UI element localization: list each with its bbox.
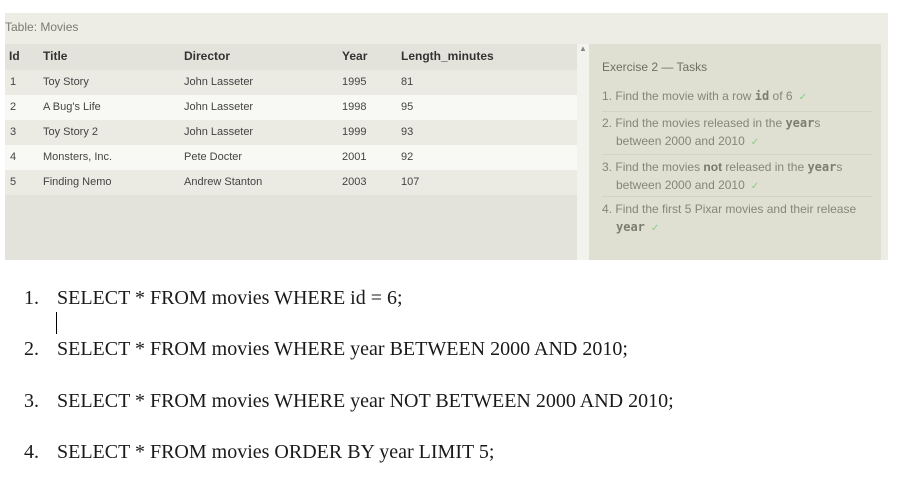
answer-number: 3. <box>24 390 39 412</box>
cell-id: 5 <box>10 176 17 188</box>
task-item: 4. Find the first 5 Pixar movies and the… <box>602 200 872 240</box>
task-item: 2. Find the movies released in the years… <box>602 114 872 155</box>
answer-line[interactable]: 4. SELECT * FROM movies ORDER BY year LIM… <box>24 441 494 464</box>
text-cursor <box>56 312 57 334</box>
column-header-title: Title <box>43 49 68 63</box>
cell-title: A Bug's Life <box>43 101 101 113</box>
cell-title: Finding Nemo <box>43 176 112 188</box>
movies-table: Id Title Director Year Length_minutes 1 … <box>5 44 577 260</box>
task-number: 3. <box>602 160 613 174</box>
cell-title: Monsters, Inc. <box>43 151 113 163</box>
task-keyword: id <box>754 89 770 103</box>
check-icon: ✓ <box>750 137 760 148</box>
answer-number: 1. <box>24 287 39 309</box>
task-text: between 2000 and 2010 <box>616 134 745 148</box>
scroll-up-arrow-icon[interactable]: ▲ <box>579 44 587 54</box>
cell-director: John Lasseter <box>184 101 254 113</box>
cell-id: 1 <box>10 76 17 88</box>
task-text: Find the movie with a row <box>615 89 755 103</box>
task-number: 2. <box>602 116 613 130</box>
task-number: 4. <box>602 202 613 216</box>
task-text: between 2000 and 2010 <box>616 178 745 192</box>
answer-line[interactable]: 1. SELECT * FROM movies WHERE id = 6; <box>24 287 403 310</box>
table-header: Id Title Director Year Length_minutes <box>5 44 577 70</box>
task-keyword: year <box>785 116 815 130</box>
task-text: Find the movies released in the <box>615 116 786 130</box>
answer-query[interactable]: SELECT * FROM movies WHERE year NOT BETW… <box>57 390 674 412</box>
task-text: of 6 <box>769 89 793 103</box>
check-icon: ✓ <box>798 92 807 103</box>
tasks-panel: Exercise 2 — Tasks 1. Find the movie wit… <box>589 44 881 260</box>
cell-length: 107 <box>401 176 420 188</box>
cell-length: 81 <box>401 76 414 88</box>
task-item: 1. Find the movie with a row id of 6 ✓ <box>602 87 872 112</box>
task-text: Find the movies <box>615 160 704 174</box>
cell-id: 4 <box>10 151 17 163</box>
cell-length: 95 <box>401 101 414 113</box>
answer-number: 2. <box>24 338 39 360</box>
answer-line[interactable]: 2. SELECT * FROM movies WHERE year BETWEE… <box>24 338 628 361</box>
cell-title: Toy Story <box>43 76 89 88</box>
cell-year: 2003 <box>342 176 367 188</box>
task-emphasis: not <box>703 160 723 174</box>
column-header-year: Year <box>342 49 368 63</box>
check-icon: ✓ <box>650 223 660 234</box>
check-icon: ✓ <box>750 181 760 192</box>
answer-query[interactable]: SELECT * FROM movies ORDER BY year LIMIT… <box>57 441 494 463</box>
cell-year: 1995 <box>342 76 367 88</box>
cell-year: 2001 <box>342 151 367 163</box>
task-item: 3. Find the movies not released in the y… <box>602 158 872 197</box>
task-number: 1. <box>602 89 613 103</box>
table-row: 5 Finding Nemo Andrew Stanton 2003 107 <box>5 170 577 195</box>
table-row: 1 Toy Story John Lasseter 1995 81 <box>5 70 577 95</box>
task-text: s <box>836 160 843 174</box>
cell-id: 3 <box>10 126 17 138</box>
table-row: 4 Monsters, Inc. Pete Docter 2001 92 <box>5 145 577 170</box>
column-header-director: Director <box>184 49 231 63</box>
answer-number: 4. <box>24 441 39 463</box>
column-header-length: Length_minutes <box>401 49 494 63</box>
cell-length: 93 <box>401 126 414 138</box>
task-keyword: year <box>807 160 837 174</box>
cell-year: 1998 <box>342 101 367 113</box>
table-scrollbar[interactable]: ▲ <box>577 44 589 260</box>
cell-title: Toy Story 2 <box>43 126 99 138</box>
answer-line[interactable]: 3. SELECT * FROM movies WHERE year NOT BE… <box>24 390 674 413</box>
column-header-id: Id <box>9 49 20 63</box>
task-text: s <box>814 116 821 130</box>
exercise-panel: Table: Movies Id Title Director Year Len… <box>5 13 888 260</box>
answer-query[interactable]: SELECT * FROM movies WHERE id = 6; <box>57 287 403 309</box>
table-caption: Table: Movies <box>5 20 79 34</box>
cell-director: John Lasseter <box>184 76 254 88</box>
task-text: released in the <box>722 160 808 174</box>
cell-id: 2 <box>10 101 17 113</box>
tasks-title: Exercise 2 — Tasks <box>602 60 708 74</box>
table-row: 3 Toy Story 2 John Lasseter 1999 93 <box>5 120 577 145</box>
cell-director: John Lasseter <box>184 126 254 138</box>
answer-query[interactable]: SELECT * FROM movies WHERE year BETWEEN … <box>57 338 628 360</box>
cell-length: 92 <box>401 151 414 163</box>
cell-director: Andrew Stanton <box>184 176 263 188</box>
table-row: 2 A Bug's Life John Lasseter 1998 95 <box>5 95 577 120</box>
task-keyword: year <box>616 220 645 234</box>
cell-year: 1999 <box>342 126 367 138</box>
task-text: Find the first 5 Pixar movies and their … <box>615 202 857 216</box>
cell-director: Pete Docter <box>184 151 243 163</box>
